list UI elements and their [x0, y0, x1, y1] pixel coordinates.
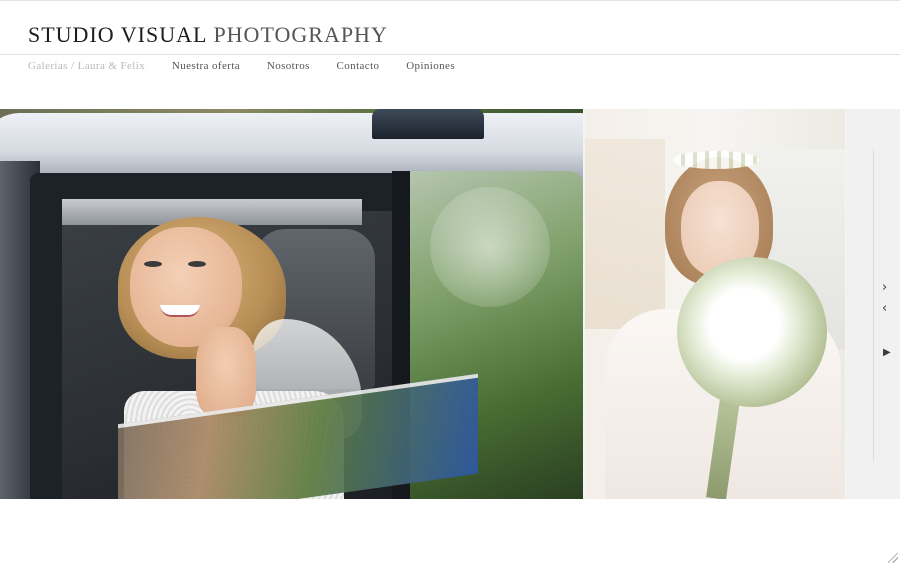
brand-primary-text: STUDIO VISUAL [28, 22, 208, 47]
gallery-photo-bride-bouquet[interactable] [585, 109, 845, 499]
site-logo[interactable]: STUDIO VISUAL PHOTOGRAPHY [28, 22, 388, 48]
nav-item-nosotros[interactable]: Nosotros [267, 60, 310, 72]
resize-handle-icon[interactable] [888, 553, 898, 563]
breadcrumb[interactable]: Galerias / Laura & Felix [28, 60, 145, 72]
nav-item-contacto[interactable]: Contacto [337, 60, 380, 72]
main-nav: Galerias / Laura & Felix Nuestra oferta … [28, 60, 479, 72]
gallery-photo-bride-in-car[interactable] [0, 109, 583, 499]
rail-divider [873, 149, 874, 461]
brand-secondary-text: PHOTOGRAPHY [213, 22, 388, 47]
nav-item-opiniones[interactable]: Opiniones [406, 60, 455, 72]
play-icon[interactable]: ▶ [883, 346, 891, 359]
header-divider [0, 54, 900, 55]
top-rule [0, 0, 900, 1]
next-arrow-icon[interactable]: › [882, 281, 887, 294]
prev-arrow-icon[interactable]: ‹ [882, 302, 887, 315]
photo-gallery [0, 109, 900, 499]
nav-item-nuestra-oferta[interactable]: Nuestra oferta [172, 60, 240, 72]
